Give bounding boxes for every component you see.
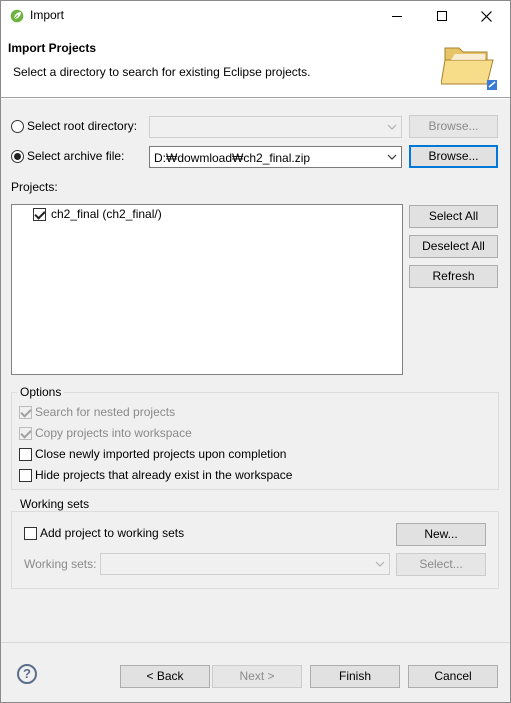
root-directory-label: Select root directory: — [27, 119, 138, 133]
next-button[interactable]: Next > — [212, 665, 302, 688]
copy-projects-label: Copy projects into workspace — [35, 426, 192, 440]
copy-projects-checkbox[interactable] — [19, 427, 32, 440]
hide-existing-checkbox[interactable] — [19, 469, 32, 482]
archive-file-browse-button[interactable]: Browse... — [409, 145, 498, 168]
working-sets-label: Working sets: — [24, 557, 97, 571]
hide-existing-label: Hide projects that already exist in the … — [35, 468, 293, 482]
close-button[interactable] — [464, 2, 509, 30]
root-directory-combo[interactable] — [149, 116, 402, 138]
footer-separator — [1, 642, 510, 643]
minimize-icon — [391, 15, 402, 17]
search-nested-label: Search for nested projects — [35, 405, 176, 419]
finish-button[interactable]: Finish — [310, 665, 400, 688]
add-working-sets-checkbox[interactable] — [24, 527, 37, 540]
add-working-sets-label: Add project to working sets — [40, 526, 185, 540]
archive-file-radio[interactable] — [11, 150, 24, 163]
cancel-button[interactable]: Cancel — [408, 665, 498, 688]
root-directory-browse-button[interactable]: Browse... — [409, 115, 498, 138]
spring-leaf-icon — [10, 9, 24, 23]
close-icon — [481, 10, 492, 22]
chevron-down-icon — [387, 124, 397, 130]
page-description: Select a directory to search for existin… — [13, 65, 311, 79]
new-working-set-button[interactable]: New... — [396, 523, 486, 546]
select-all-button[interactable]: Select All — [409, 205, 498, 228]
minimize-button[interactable] — [374, 2, 419, 30]
wizard-header: Import Projects Select a directory to se… — [1, 30, 510, 97]
back-button[interactable]: < Back — [120, 665, 210, 688]
projects-label: Projects: — [11, 180, 58, 194]
root-directory-radio[interactable] — [11, 120, 24, 133]
options-group-title: Options — [17, 385, 65, 399]
archive-file-combo[interactable]: D:₩dowmload₩ch2_final.zip — [149, 146, 402, 168]
project-checkbox[interactable] — [33, 208, 46, 221]
refresh-button[interactable]: Refresh — [409, 265, 498, 288]
page-title: Import Projects — [8, 41, 97, 55]
working-sets-combo[interactable] — [100, 553, 390, 575]
close-imported-label: Close newly imported projects upon compl… — [35, 447, 287, 461]
archive-file-label: Select archive file: — [27, 149, 125, 163]
project-label: ch2_final (ch2_final/) — [51, 207, 162, 221]
folder-open-icon — [440, 40, 499, 90]
working-sets-group-title: Working sets — [17, 497, 93, 511]
chevron-down-icon — [387, 154, 397, 160]
deselect-all-button[interactable]: Deselect All — [409, 235, 498, 258]
maximize-button[interactable] — [419, 2, 464, 30]
title-bar: Import — [1, 1, 510, 30]
list-item[interactable]: ch2_final (ch2_final/) — [12, 205, 402, 225]
close-imported-checkbox[interactable] — [19, 448, 32, 461]
projects-list[interactable]: ch2_final (ch2_final/) — [11, 204, 403, 375]
archive-file-value: D:₩dowmload₩ch2_final.zip — [154, 151, 311, 165]
window-title: Import — [30, 8, 65, 22]
help-icon[interactable]: ? — [17, 664, 37, 684]
maximize-icon — [436, 11, 447, 21]
chevron-down-icon — [375, 561, 385, 567]
search-nested-checkbox[interactable] — [19, 406, 32, 419]
select-working-sets-button[interactable]: Select... — [396, 553, 486, 576]
